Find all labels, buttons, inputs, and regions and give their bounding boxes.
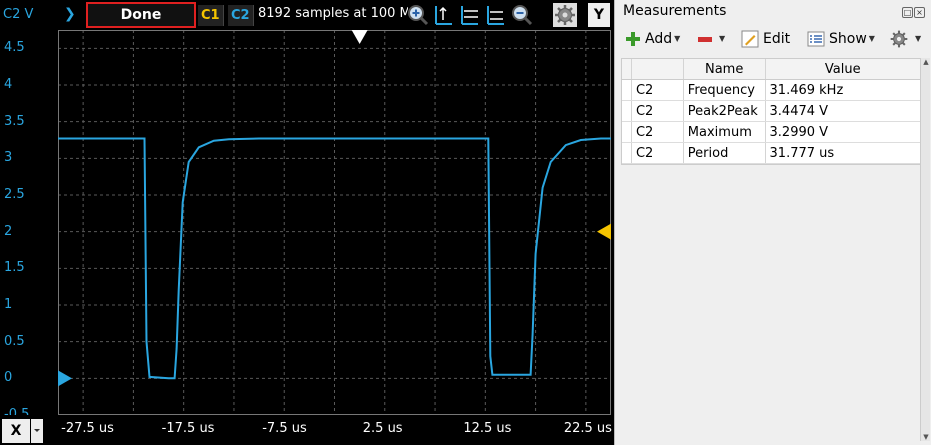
x-axis-button[interactable]: X: [2, 419, 30, 443]
cursor-vertical-icon[interactable]: [432, 3, 456, 27]
y-tick-label: 4: [4, 77, 13, 92]
table-scrollbar[interactable]: ▲ ▼: [920, 58, 930, 441]
table-header: Name Value: [622, 59, 920, 80]
show-measurement-button[interactable]: Show ▼: [807, 28, 875, 52]
measurements-table: Name Value C2 Frequency 31.469 kHz C2 Peak2P…: [621, 58, 921, 165]
panel-toolbar: Add ▼ ▼ Edit Show ▼ ▼: [615, 22, 931, 58]
add-measurement-button[interactable]: Add ▼: [625, 28, 680, 52]
scope-view: C2 V ❯ Done C1 C2 8192 samples at 100 M: [0, 0, 612, 445]
header-name: Name: [684, 59, 766, 79]
minus-icon: [698, 37, 712, 42]
measurements-panel: Measurements □ × Add ▼ ▼ Edit Show ▼ ▼ Name: [614, 0, 931, 445]
x-tick-label: 2.5 us: [362, 421, 403, 436]
zoom-in-icon[interactable]: [406, 3, 430, 27]
trigger-level-marker[interactable]: [597, 223, 611, 240]
table-body: C2 Frequency 31.469 kHz C2 Peak2Peak 3.4474 V…: [622, 80, 920, 164]
y-axis-button[interactable]: Y: [588, 3, 610, 27]
table-row[interactable]: C2 Period 31.777 us: [622, 143, 920, 164]
remove-measurement-button[interactable]: ▼: [697, 28, 725, 52]
y-tick-label: 1.5: [4, 260, 25, 276]
x-tick-label: 22.5 us: [563, 421, 612, 436]
row-value: 31.777 us: [769, 146, 835, 161]
scope-toolbar: C2 V ❯ Done C1 C2 8192 samples at 100 M: [0, 0, 611, 30]
panel-title: Measurements: [623, 3, 727, 19]
plus-icon: [626, 32, 640, 46]
scroll-up-icon[interactable]: ▲: [922, 58, 930, 66]
add-label: Add: [645, 31, 673, 47]
cursor-horizontal-icon[interactable]: [458, 3, 482, 27]
y-tick-label: 1: [4, 297, 13, 312]
trigger-time-marker[interactable]: [351, 30, 368, 44]
x-tick-label: 12.5 us: [463, 421, 512, 436]
y-tick-label: 0: [4, 370, 13, 386]
x-tick-label: -27.5 us: [61, 421, 114, 436]
zoom-out-icon[interactable]: [510, 3, 534, 27]
table-row[interactable]: C2 Frequency 31.469 kHz: [622, 80, 920, 101]
show-label: Show: [829, 31, 867, 47]
y-tick-label: 4.5: [4, 40, 25, 56]
channel-1-button[interactable]: C1: [198, 5, 224, 26]
y-tick-label: 3.5: [4, 113, 25, 129]
cursor-slope-icon[interactable]: [484, 3, 508, 27]
channel-2-button[interactable]: C2: [228, 5, 254, 26]
row-value: 31.469 kHz: [769, 83, 844, 98]
sample-info: 8192 samples at 100 M: [258, 6, 408, 21]
gear-icon[interactable]: [553, 3, 577, 27]
y-axis: 4.543.532.521.510.50-0.5: [0, 30, 58, 422]
y-axis-channel-label: C2 V: [3, 7, 34, 22]
row-channel: C2: [632, 122, 684, 142]
float-icon[interactable]: □: [902, 7, 913, 18]
table-row[interactable]: C2 Peak2Peak 3.4474 V: [622, 101, 920, 122]
x-tick-label: -17.5 us: [161, 421, 215, 436]
panel-window-buttons: □ ×: [901, 4, 927, 18]
table-row[interactable]: C2 Maximum 3.2990 V: [622, 122, 920, 143]
row-value: 3.2990 V: [769, 125, 829, 140]
x-axis-dropdown[interactable]: [31, 419, 43, 443]
row-name: Peak2Peak: [684, 101, 766, 121]
y-tick-label: 2: [4, 223, 13, 239]
row-name: Period: [684, 143, 766, 163]
row-value: 3.4474 V: [769, 104, 829, 119]
channel-2-ground-marker[interactable]: [58, 370, 72, 387]
scroll-down-icon[interactable]: ▼: [922, 433, 930, 441]
list-icon: [807, 31, 825, 47]
y-tick-label: 2.5: [4, 187, 25, 202]
close-icon[interactable]: ×: [914, 7, 925, 18]
acquisition-status-button[interactable]: Done: [86, 2, 196, 28]
waveform-plot[interactable]: [58, 30, 611, 415]
edit-icon: [741, 30, 759, 48]
gear-icon: [890, 30, 908, 48]
y-tick-label: 3: [4, 150, 13, 166]
play-icon[interactable]: ❯: [64, 6, 76, 22]
row-name: Maximum: [684, 122, 766, 142]
row-channel: C2: [632, 80, 684, 100]
edit-label: Edit: [763, 31, 791, 47]
row-name: Frequency: [684, 80, 766, 100]
edit-measurement-button[interactable]: Edit: [741, 28, 790, 52]
x-tick-label: -7.5 us: [262, 421, 307, 436]
x-axis: X -27.5 us -17.5 us -7.5 us 2.5 us 12.5 us 22…: [0, 415, 612, 445]
chevron-down-icon: [34, 429, 40, 432]
plot-grid: [58, 30, 611, 415]
y-tick-label: 0.5: [4, 333, 25, 349]
header-value: Value: [824, 62, 861, 77]
row-channel: C2: [632, 143, 684, 163]
measurement-settings-button[interactable]: ▼: [889, 28, 921, 52]
row-channel: C2: [632, 101, 684, 121]
